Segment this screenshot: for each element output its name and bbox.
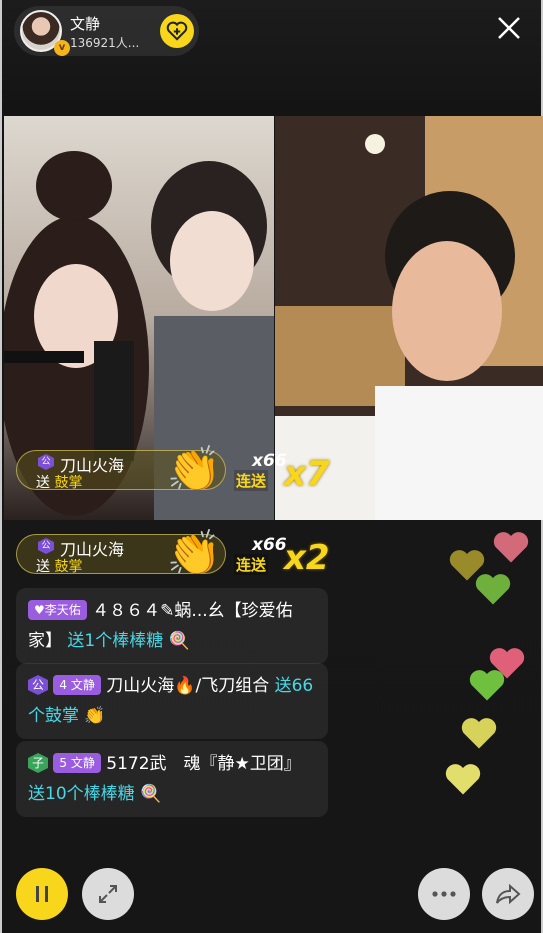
floating-heart-icon [474,572,512,606]
gift-combo-banner: 公 刀山火海 送 鼓掌 👏 x66 连送 x7 [16,444,330,495]
follow-button[interactable] [160,14,194,48]
rank-badge-icon: 公 [28,675,48,695]
chat-text: 刀山火海🔥/飞刀组合 [106,676,270,696]
viewer-count: 136921人... [70,36,140,50]
expand-button[interactable] [82,868,134,920]
host-info-pill[interactable]: v 文静 136921人... [14,6,199,56]
clap-icon: 👏 [84,706,106,726]
combo-label: 连送 [234,470,269,491]
pause-icon [36,886,48,902]
chat-message[interactable]: 子 5 文静 5172武 魂『静★卫团』 送10个棒棒糖 🍭 [16,741,328,817]
chat-message[interactable]: ♥李天佑 ４８６４✎蜗...幺【珍爱佑家】 送1个棒棒糖 🍭 [16,588,328,664]
combo-count: x66 [252,535,287,555]
combo-multiplier: x7 [284,454,330,494]
chat-message[interactable]: 公 4 文静 刀山火海🔥/飞刀组合 送66个鼓掌 👏 [16,663,328,739]
clap-icon: 👏 [166,444,222,495]
rank-badge-icon: 子 [28,753,48,773]
heart-plus-icon [166,21,188,41]
live-room: v 文静 136921人... 公 刀山火海 送 鼓掌 👏 x66 连送 x7 … [0,0,543,933]
host-name: 文静 [70,15,101,33]
floating-heart-icon [492,530,530,564]
combo-action: 送 鼓掌 [36,475,83,491]
lollipop-icon: 🍭 [140,784,162,804]
chat-gift-text: 送10个棒棒糖 [28,784,135,804]
chat-gift-text: 送1个棒棒糖 [67,631,164,651]
combo-action: 送 鼓掌 [36,559,83,575]
level-badge: 4 文静 [53,675,101,695]
combo-count: x66 [252,451,287,471]
close-button[interactable] [489,8,529,48]
floating-heart-icon [460,716,498,750]
combo-multiplier: x2 [284,538,330,578]
level-badge: 5 文静 [53,753,101,773]
more-button[interactable] [418,868,470,920]
share-button[interactable] [482,868,534,920]
floating-heart-icon [444,762,482,796]
more-icon [432,891,456,897]
chat-text: 5172武 魂『静★卫团』 [106,754,301,774]
share-icon [496,883,521,905]
clap-icon: 👏 [166,528,222,579]
verified-badge-icon: v [54,40,70,56]
pause-button[interactable] [16,868,68,920]
floating-heart-icon [468,668,506,702]
lollipop-icon: 🍭 [168,631,190,651]
fan-badge: ♥李天佑 [28,600,87,620]
close-icon [498,17,520,39]
combo-label: 连送 [234,554,269,575]
expand-icon [99,885,117,903]
gift-combo-banner: 公 刀山火海 送 鼓掌 👏 x66 连送 x2 [16,528,330,579]
